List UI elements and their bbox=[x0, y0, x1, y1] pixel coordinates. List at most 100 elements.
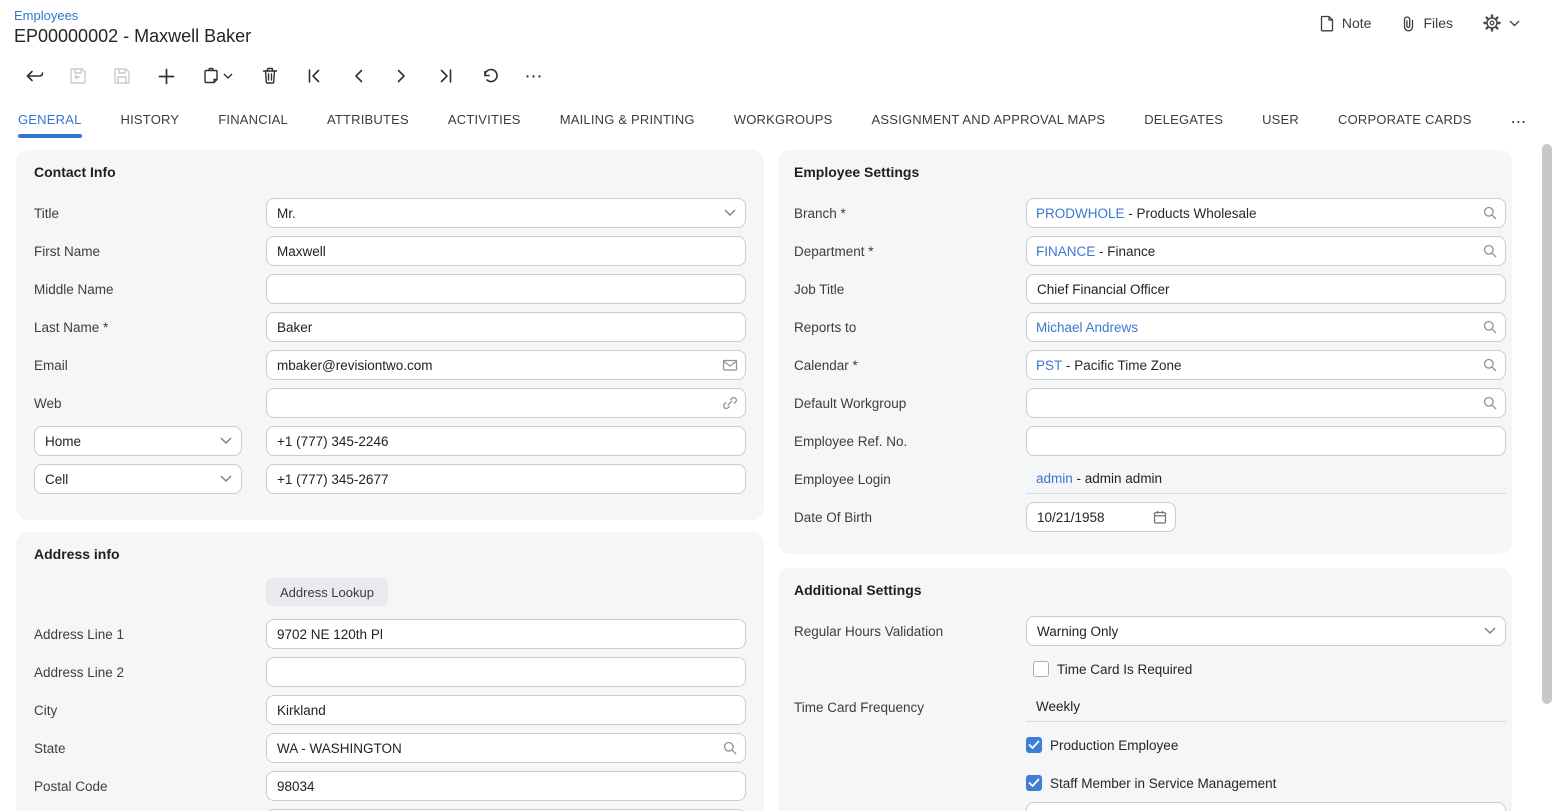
envelope-icon[interactable] bbox=[722, 357, 738, 373]
magnifier-icon[interactable] bbox=[1482, 205, 1498, 221]
last-name-input[interactable] bbox=[266, 312, 746, 342]
address-lookup-button[interactable]: Address Lookup bbox=[266, 578, 388, 606]
files-label: Files bbox=[1423, 15, 1453, 31]
field-row-web: Web bbox=[34, 384, 746, 422]
note-icon bbox=[1319, 15, 1335, 32]
field-label: Address Line 1 bbox=[34, 627, 266, 642]
field-row-branch: Branch * PRODWHOLE - Products Wholesale bbox=[794, 194, 1506, 232]
chevron-down-icon[interactable] bbox=[218, 471, 234, 487]
tab-workgroups[interactable]: WORKGROUPS bbox=[734, 112, 833, 144]
field-row-date-of-birth: Date Of Birth bbox=[794, 498, 1506, 536]
web-input[interactable] bbox=[266, 388, 746, 418]
save-button[interactable] bbox=[100, 58, 144, 94]
department-link[interactable]: FINANCE bbox=[1036, 244, 1095, 259]
note-button[interactable]: Note bbox=[1319, 15, 1372, 32]
paperclip-icon bbox=[1401, 15, 1416, 32]
reports-to-link[interactable]: Michael Andrews bbox=[1036, 320, 1138, 335]
field-row-phone1: Home bbox=[34, 422, 746, 460]
phone2-type-combobox[interactable]: Cell bbox=[34, 464, 242, 494]
magnifier-icon[interactable] bbox=[1482, 243, 1498, 259]
magnifier-icon[interactable] bbox=[1482, 319, 1498, 335]
undo-button[interactable] bbox=[468, 58, 512, 94]
field-row-address-line1: Address Line 1 bbox=[34, 615, 746, 653]
header-actions: Note Files bbox=[1319, 14, 1520, 32]
phone2-number-input[interactable] bbox=[266, 464, 746, 494]
chevron-down-icon[interactable] bbox=[218, 433, 234, 449]
back-button[interactable] bbox=[12, 58, 56, 94]
magnifier-icon[interactable] bbox=[1482, 395, 1498, 411]
branch-link[interactable]: PRODWHOLE bbox=[1036, 206, 1125, 221]
save-close-button[interactable] bbox=[56, 58, 100, 94]
employee-ref-no-input[interactable] bbox=[1026, 426, 1506, 456]
field-row-employee-login: Employee Login admin - admin admin bbox=[794, 460, 1506, 498]
vertical-scrollbar[interactable] bbox=[1540, 140, 1552, 811]
postal-code-input[interactable] bbox=[266, 771, 746, 801]
address-info-card: Address info Address Lookup Address Line… bbox=[16, 532, 764, 811]
field-label: City bbox=[34, 703, 266, 718]
title-combobox[interactable] bbox=[266, 198, 746, 228]
chevron-down-icon bbox=[1509, 20, 1520, 27]
phone1-type-combobox[interactable]: Home bbox=[34, 426, 242, 456]
address-line1-input[interactable] bbox=[266, 619, 746, 649]
record-toolbar: ⋯ bbox=[12, 57, 556, 95]
address-line2-input[interactable] bbox=[266, 657, 746, 687]
calendar-icon[interactable] bbox=[1152, 509, 1168, 525]
files-button[interactable]: Files bbox=[1401, 15, 1453, 32]
copy-paste-button[interactable] bbox=[188, 58, 248, 94]
field-label: State bbox=[34, 741, 266, 756]
time-card-required-checkbox[interactable] bbox=[1033, 661, 1049, 677]
tab-activities[interactable]: ACTIVITIES bbox=[448, 112, 521, 144]
delete-button[interactable] bbox=[248, 58, 292, 94]
regular-hours-validation-combobox[interactable] bbox=[1026, 616, 1506, 646]
tab-assignment-approval-maps[interactable]: ASSIGNMENT AND APPROVAL MAPS bbox=[872, 112, 1106, 144]
job-title-input[interactable] bbox=[1026, 274, 1506, 304]
tab-corporate-cards[interactable]: CORPORATE CARDS bbox=[1338, 112, 1472, 144]
email-input[interactable] bbox=[266, 350, 746, 380]
chevron-down-icon[interactable] bbox=[1482, 623, 1498, 639]
tab-financial[interactable]: FINANCIAL bbox=[218, 112, 288, 144]
toolbar-more-button[interactable]: ⋯ bbox=[512, 58, 556, 94]
field-row-regular-hours-validation: Regular Hours Validation bbox=[794, 612, 1506, 650]
field-row-city: City bbox=[34, 691, 746, 729]
field-label: Date Of Birth bbox=[794, 510, 1026, 525]
tab-user[interactable]: USER bbox=[1262, 112, 1299, 144]
tab-attributes[interactable]: ATTRIBUTES bbox=[327, 112, 409, 144]
city-input[interactable] bbox=[266, 695, 746, 725]
field-label: Time Card Frequency bbox=[794, 700, 1026, 715]
magnifier-icon[interactable] bbox=[722, 740, 738, 756]
link-icon[interactable] bbox=[722, 395, 738, 411]
field-row-phone2: Cell bbox=[34, 460, 746, 498]
field-label: Email bbox=[34, 358, 266, 373]
last-record-button[interactable] bbox=[424, 58, 468, 94]
scrollbar-thumb[interactable] bbox=[1542, 144, 1552, 704]
tab-bar: GENERAL HISTORY FINANCIAL ATTRIBUTES ACT… bbox=[18, 112, 1527, 144]
staff-member-checkbox[interactable] bbox=[1026, 775, 1042, 791]
first-record-button[interactable] bbox=[292, 58, 336, 94]
default-workgroup-selector-input[interactable] bbox=[1026, 388, 1506, 418]
state-selector-input[interactable] bbox=[266, 733, 746, 763]
production-employee-checkbox[interactable] bbox=[1026, 737, 1042, 753]
add-new-button[interactable] bbox=[144, 58, 188, 94]
next-field-input-partial[interactable] bbox=[1026, 802, 1506, 811]
field-row-job-title: Job Title bbox=[794, 270, 1506, 308]
tab-general[interactable]: GENERAL bbox=[18, 112, 82, 144]
tab-history[interactable]: HISTORY bbox=[121, 112, 180, 144]
chevron-down-icon[interactable] bbox=[722, 205, 738, 221]
magnifier-icon[interactable] bbox=[1482, 357, 1498, 373]
field-row-staff-member: Staff Member in Service Management bbox=[794, 764, 1506, 802]
field-label: Title bbox=[34, 206, 266, 221]
middle-name-input[interactable] bbox=[266, 274, 746, 304]
tab-mailing-printing[interactable]: MAILING & PRINTING bbox=[560, 112, 695, 144]
phone1-number-input[interactable] bbox=[266, 426, 746, 456]
field-row-time-card-frequency: Time Card Frequency Weekly bbox=[794, 688, 1506, 726]
settings-menu-button[interactable] bbox=[1483, 14, 1520, 32]
breadcrumb[interactable]: Employees bbox=[14, 8, 78, 23]
employee-login-link[interactable]: admin bbox=[1036, 471, 1073, 486]
tab-delegates[interactable]: DELEGATES bbox=[1144, 112, 1223, 144]
first-name-input[interactable] bbox=[266, 236, 746, 266]
tab-overflow-button[interactable]: ⋯ bbox=[1511, 112, 1527, 144]
field-row-postal-code: Postal Code bbox=[34, 767, 746, 805]
next-record-button[interactable] bbox=[380, 58, 424, 94]
calendar-link[interactable]: PST bbox=[1036, 358, 1062, 373]
previous-record-button[interactable] bbox=[336, 58, 380, 94]
